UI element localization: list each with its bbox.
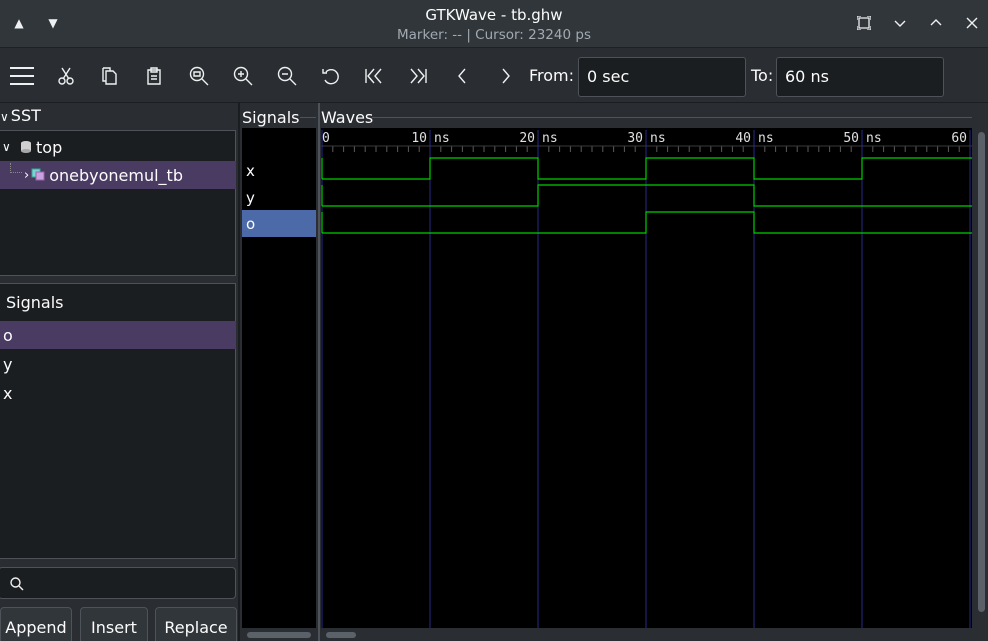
search-icon bbox=[10, 577, 24, 591]
chevron-down-icon: ∨ bbox=[0, 110, 9, 124]
waveform-y bbox=[321, 184, 972, 207]
maximize-icon[interactable] bbox=[924, 14, 948, 32]
time-label: ns bbox=[434, 131, 450, 146]
signals-list: Signals o y x bbox=[0, 283, 236, 559]
to-label: To: bbox=[751, 66, 774, 85]
search-input[interactable] bbox=[0, 567, 236, 599]
go-end-icon[interactable] bbox=[405, 63, 431, 89]
insert-button[interactable]: Insert bbox=[80, 607, 148, 641]
zoom-in-icon[interactable] bbox=[230, 63, 256, 89]
title-bar: ▲ ▼ GTKWave - tb.ghw Marker: -- | Cursor… bbox=[0, 0, 988, 48]
to-input[interactable]: 60 ns bbox=[776, 57, 944, 97]
prev-icon[interactable] bbox=[449, 63, 475, 89]
scrollbar-thumb[interactable] bbox=[326, 632, 356, 638]
module-icon bbox=[31, 168, 45, 181]
cut-icon[interactable] bbox=[53, 63, 79, 89]
waveform-o bbox=[321, 211, 972, 234]
signal-horizontal-scrollbar[interactable] bbox=[243, 630, 316, 640]
from-input[interactable]: 0 sec bbox=[578, 57, 746, 97]
scrollbar-thumb[interactable] bbox=[247, 632, 311, 638]
sst-header-label: SST bbox=[10, 106, 41, 125]
database-icon bbox=[21, 141, 31, 153]
chevron-down-icon[interactable]: ∨ bbox=[2, 140, 18, 154]
time-label: ns bbox=[542, 131, 558, 146]
tree-item-onebyonemul-tb[interactable]: › onebyonemul_tb bbox=[0, 161, 236, 189]
window-title: GTKWave - tb.ghw bbox=[425, 6, 563, 24]
append-button[interactable]: Append bbox=[0, 607, 72, 641]
vertical-scrollbar[interactable] bbox=[975, 128, 988, 628]
time-label: 30 bbox=[627, 131, 643, 146]
copy-icon[interactable] bbox=[96, 63, 122, 89]
wave-signals-header: Signals bbox=[242, 108, 300, 127]
sst-header[interactable]: ∨ SST bbox=[0, 106, 41, 125]
time-label: 20 bbox=[519, 131, 535, 146]
toolbar: From: 0 sec To: 60 ns bbox=[0, 49, 988, 103]
time-label: ns bbox=[758, 131, 774, 146]
signal-item-y[interactable]: y bbox=[0, 350, 236, 378]
scrollbar-thumb[interactable] bbox=[978, 132, 985, 612]
signal-item-o[interactable]: o bbox=[0, 321, 236, 349]
wave-signal-names: x y o bbox=[242, 128, 316, 628]
wave-plot: 0 10 ns 20 ns 30 ns 40 ns 50 ns 60 bbox=[321, 130, 972, 628]
tree-item-top[interactable]: ∨ top bbox=[0, 133, 236, 161]
wave-canvas[interactable]: 0 10 ns 20 ns 30 ns 40 ns 50 ns 60 bbox=[321, 128, 972, 628]
pane-splitter[interactable] bbox=[238, 103, 240, 641]
tree-item-label: top bbox=[36, 137, 63, 157]
menu-icon[interactable] bbox=[8, 63, 36, 89]
waveform-x bbox=[321, 157, 972, 180]
zoom-fit-icon[interactable] bbox=[186, 63, 212, 89]
time-label: ns bbox=[650, 131, 666, 146]
time-label: 50 bbox=[843, 131, 859, 146]
window-subtitle: Marker: -- | Cursor: 23240 ps bbox=[397, 27, 591, 43]
replace-button[interactable]: Replace bbox=[155, 607, 237, 641]
minimize-icon[interactable] bbox=[888, 14, 912, 32]
paste-icon[interactable] bbox=[141, 63, 167, 89]
time-label: ns bbox=[866, 131, 882, 146]
tree-connector bbox=[10, 163, 22, 173]
go-start-icon[interactable] bbox=[361, 63, 387, 89]
wave-signal-y[interactable]: y bbox=[242, 184, 316, 211]
tree-item-label: onebyonemul_tb bbox=[49, 165, 183, 185]
time-label: 10 bbox=[411, 131, 427, 146]
waves-header: Waves bbox=[321, 108, 374, 127]
header-rule bbox=[372, 117, 972, 118]
signal-item-x[interactable]: x bbox=[0, 379, 236, 407]
close-icon[interactable] bbox=[960, 14, 984, 32]
sst-tree: ∨ top › onebyonemul_tb bbox=[0, 130, 236, 276]
wave-splitter[interactable] bbox=[318, 103, 320, 641]
time-label: 0 bbox=[322, 131, 330, 146]
undo-icon[interactable] bbox=[318, 63, 344, 89]
wave-horizontal-scrollbar[interactable] bbox=[323, 630, 973, 640]
from-label: From: bbox=[529, 66, 575, 85]
header-rule bbox=[300, 117, 316, 118]
wave-signal-x[interactable]: x bbox=[242, 157, 316, 184]
signals-list-header: Signals bbox=[6, 293, 64, 312]
next-icon[interactable] bbox=[493, 63, 519, 89]
time-label: 40 bbox=[735, 131, 751, 146]
time-label: 60 bbox=[951, 131, 967, 146]
chevron-right-icon[interactable]: › bbox=[24, 168, 29, 183]
zoom-out-icon[interactable] bbox=[274, 63, 300, 89]
wave-signal-o[interactable]: o bbox=[242, 210, 316, 237]
fullscreen-icon[interactable] bbox=[852, 14, 876, 32]
